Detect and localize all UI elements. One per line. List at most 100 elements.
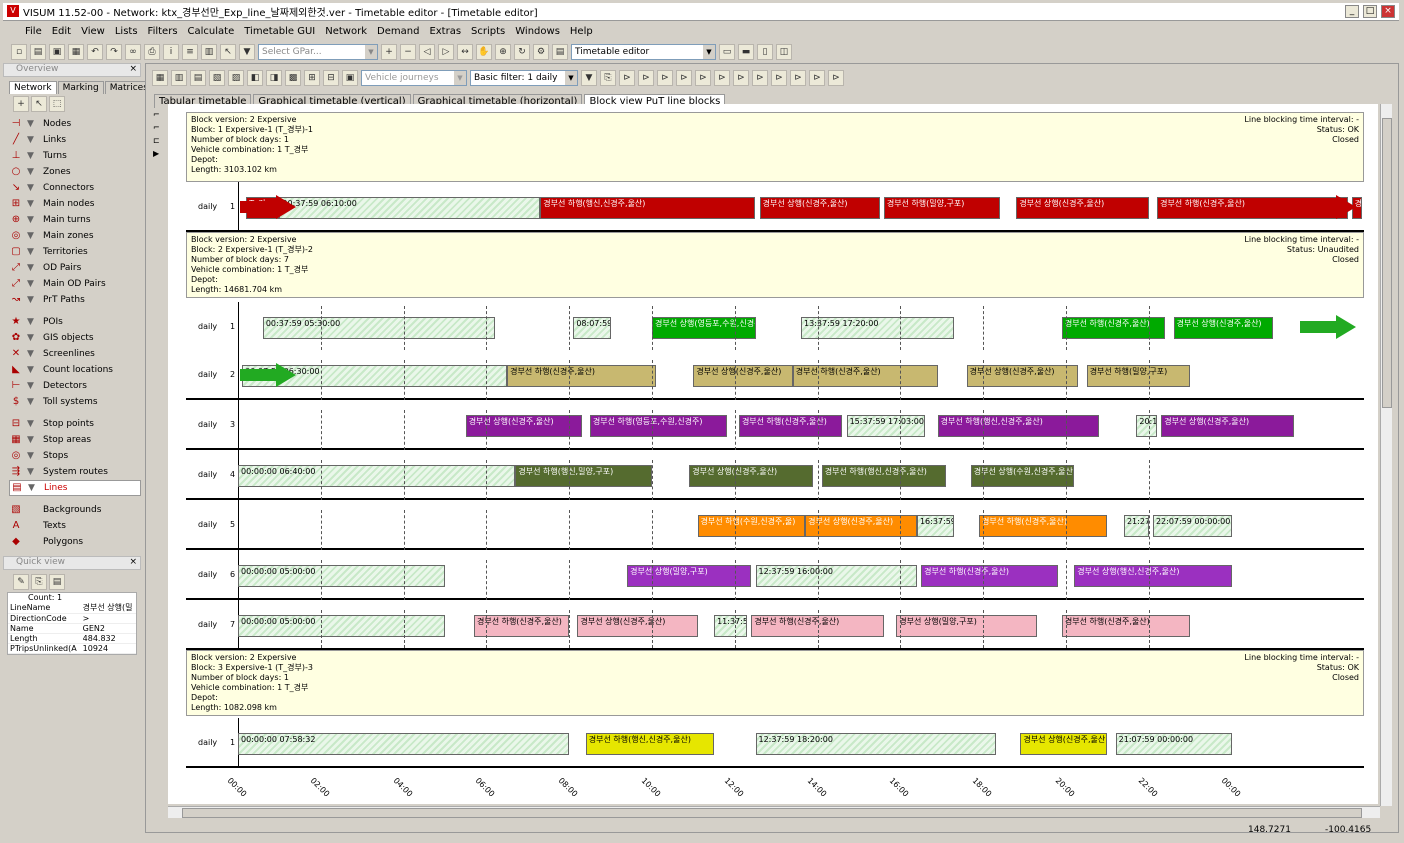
block-bar[interactable]: 00:37:59 06:10:00: [279, 197, 541, 219]
block-tool-icon[interactable]: ⊳: [752, 70, 768, 86]
block-bar[interactable]: 경부선 하행(수원,신경주,울): [697, 515, 806, 537]
overview-tab-marking[interactable]: Marking: [57, 81, 104, 94]
list-icon[interactable]: ≡: [182, 44, 198, 60]
nav-item-polygons[interactable]: ◆ Polygons: [9, 534, 141, 550]
block-bar[interactable]: 경부선 하행(행신,신경주,울산): [540, 197, 756, 219]
print-icon[interactable]: ⎙: [144, 44, 160, 60]
window-arrange-icon[interactable]: ◫: [776, 44, 792, 60]
window-tile-v-icon[interactable]: ▯: [757, 44, 773, 60]
layout-icon[interactable]: ▤: [552, 44, 568, 60]
save-icon[interactable]: ▣: [49, 44, 65, 60]
nav-item-system-routes[interactable]: ⇶ ▼ System routes: [9, 464, 141, 480]
filter-icon[interactable]: ▼: [27, 263, 37, 273]
pointer-icon[interactable]: ↖: [220, 44, 236, 60]
nav-item-detectors[interactable]: ⊢ ▼ Detectors: [9, 378, 141, 394]
block-tool-icon[interactable]: ⊳: [714, 70, 730, 86]
nav-item-main-turns[interactable]: ⊕ ▼ Main turns: [9, 212, 141, 228]
block-bar[interactable]: 경부선 하행(신경주,울산): [921, 565, 1058, 587]
timetable-tool-icon[interactable]: ⊟: [323, 70, 339, 86]
menu-item-6[interactable]: Timetable GUI: [244, 26, 315, 37]
block-bar[interactable]: 경부선 하행(신경주,울산): [979, 515, 1108, 537]
menu-item-3[interactable]: Lists: [115, 26, 138, 37]
block-bar[interactable]: 경부선 상행(영등포,수원,신경주): [652, 317, 756, 339]
filter-icon[interactable]: ▼: [27, 151, 37, 161]
nav-item-territories[interactable]: ▢ ▼ Territories: [9, 244, 141, 260]
timetable-grid-icon[interactable]: ▥: [171, 70, 187, 86]
block-tool-icon[interactable]: ⊳: [809, 70, 825, 86]
side-tool-icon[interactable]: ⌐: [153, 123, 167, 132]
filter-icon[interactable]: ▼: [27, 247, 37, 257]
side-tool-icon[interactable]: ▶: [153, 149, 167, 158]
block-bar[interactable]: 경부선 상행(밀양,구포): [896, 615, 1037, 637]
nav-item-turns[interactable]: ⊥ ▼ Turns: [9, 148, 141, 164]
timetable-tool-icon[interactable]: ▧: [209, 70, 225, 86]
nav-item-stop-points[interactable]: ⊟ ▼ Stop points: [9, 416, 141, 432]
binoculars-icon[interactable]: ∞: [125, 44, 141, 60]
block-bar[interactable]: 08:07:59 09:00:00: [573, 317, 611, 339]
filter-icon[interactable]: ▼: [27, 381, 37, 391]
nav-item-gis-objects[interactable]: ✿ ▼ GIS objects: [9, 330, 141, 346]
side-tool-icon[interactable]: ⊏: [153, 136, 167, 145]
block-bar[interactable]: 20:17:59 21:00:00: [1136, 415, 1158, 437]
block-bar[interactable]: 경부선 상행(신경주,울산): [1020, 733, 1108, 755]
menu-item-4[interactable]: Filters: [148, 26, 178, 37]
forward-icon[interactable]: ▷: [438, 44, 454, 60]
block-bar[interactable]: 경부선 하행(영등포,수원,신경주): [589, 415, 727, 437]
menu-item-5[interactable]: Calculate: [188, 26, 235, 37]
menu-item-7[interactable]: Network: [325, 26, 367, 37]
filter-icon[interactable]: ▼: [27, 199, 37, 209]
menu-item-10[interactable]: Scripts: [471, 26, 505, 37]
view-select[interactable]: Timetable editor ▼: [571, 44, 716, 60]
back-icon[interactable]: ◁: [419, 44, 435, 60]
block-bar[interactable]: 15:37:59 17:03:00: [846, 415, 926, 437]
block-bar[interactable]: 경부선 상행(신경주,울산): [1161, 415, 1294, 437]
window-tile-h-icon[interactable]: ▬: [738, 44, 754, 60]
basic-filter-select[interactable]: Basic filter: 1 daily ▼: [470, 70, 578, 86]
new-icon[interactable]: ▫: [11, 44, 27, 60]
block-bar[interactable]: 경부선 상행(신경주,울산): [1016, 197, 1149, 219]
menu-item-0[interactable]: File: [25, 26, 42, 37]
nav-item-stop-areas[interactable]: ▦ ▼ Stop areas: [9, 432, 141, 448]
copy-icon[interactable]: ⎘: [600, 70, 616, 86]
refresh-icon[interactable]: ↻: [514, 44, 530, 60]
nav-item-od-pairs[interactable]: ⤢ ▼ OD Pairs: [9, 260, 141, 276]
block-tool-icon[interactable]: ⊳: [619, 70, 635, 86]
filter-icon[interactable]: ▼: [239, 44, 255, 60]
block-tool-icon[interactable]: ⊳: [638, 70, 654, 86]
vehicle-journeys-select[interactable]: Vehicle journeys ▼: [361, 70, 467, 86]
menu-item-9[interactable]: Extras: [429, 26, 461, 37]
window-cascade-icon[interactable]: ▭: [719, 44, 735, 60]
block-bar[interactable]: 00:00:00 05:00:00: [238, 615, 445, 637]
overview-tab-network[interactable]: Network: [9, 81, 57, 94]
copy-icon[interactable]: ⎘: [31, 574, 47, 590]
block-bar[interactable]: 00:00:00 07:58:32: [238, 733, 570, 755]
block-bar[interactable]: 경부선 하행(신경주,울산): [507, 365, 657, 387]
block-bar[interactable]: 경부선 하행(행신,밀양,구포): [515, 465, 652, 487]
timetable-tool-icon[interactable]: ▣: [342, 70, 358, 86]
block-bar[interactable]: 12:37:59 16:00:00: [755, 565, 917, 587]
filter-icon[interactable]: ▼: [27, 397, 37, 407]
timetable-tool-icon[interactable]: ▩: [285, 70, 301, 86]
nav-item-lines[interactable]: ▤ ▼ Lines: [9, 480, 141, 496]
settings-icon[interactable]: ⚙: [533, 44, 549, 60]
select-icon[interactable]: ↖: [31, 96, 47, 112]
block-bar[interactable]: 경부선 하행(신경주,울산): [1061, 615, 1191, 637]
nav-item-links[interactable]: ╱ ▼ Links: [9, 132, 141, 148]
block-tool-icon[interactable]: ⊳: [733, 70, 749, 86]
block-bar[interactable]: 경부선 상행(수원,신경주,울산): [970, 465, 1075, 487]
filter-icon[interactable]: ▼: [27, 119, 37, 129]
block-bar[interactable]: 경부선 상행(행신,신경주,울산): [1074, 565, 1232, 587]
menu-item-1[interactable]: Edit: [52, 26, 71, 37]
timetable-tool-icon[interactable]: ⊞: [304, 70, 320, 86]
menu-item-11[interactable]: Windows: [515, 26, 560, 37]
block-bar[interactable]: 경부선 하행(신경주,울산): [792, 365, 938, 387]
redo-icon[interactable]: ↷: [106, 44, 122, 60]
nav-item-count-locations[interactable]: ◣ ▼ Count locations: [9, 362, 141, 378]
table-icon[interactable]: ▥: [201, 44, 217, 60]
filter-icon[interactable]: ▼: [27, 349, 37, 359]
block-bar[interactable]: 경부선 상행(신경주,울산): [1173, 317, 1273, 339]
nav-item-main-nodes[interactable]: ⊞ ▼ Main nodes: [9, 196, 141, 212]
block-bar[interactable]: 22:07:59 00:00:00: [1152, 515, 1232, 537]
filter-icon[interactable]: ▼: [27, 419, 37, 429]
menu-item-12[interactable]: Help: [570, 26, 593, 37]
